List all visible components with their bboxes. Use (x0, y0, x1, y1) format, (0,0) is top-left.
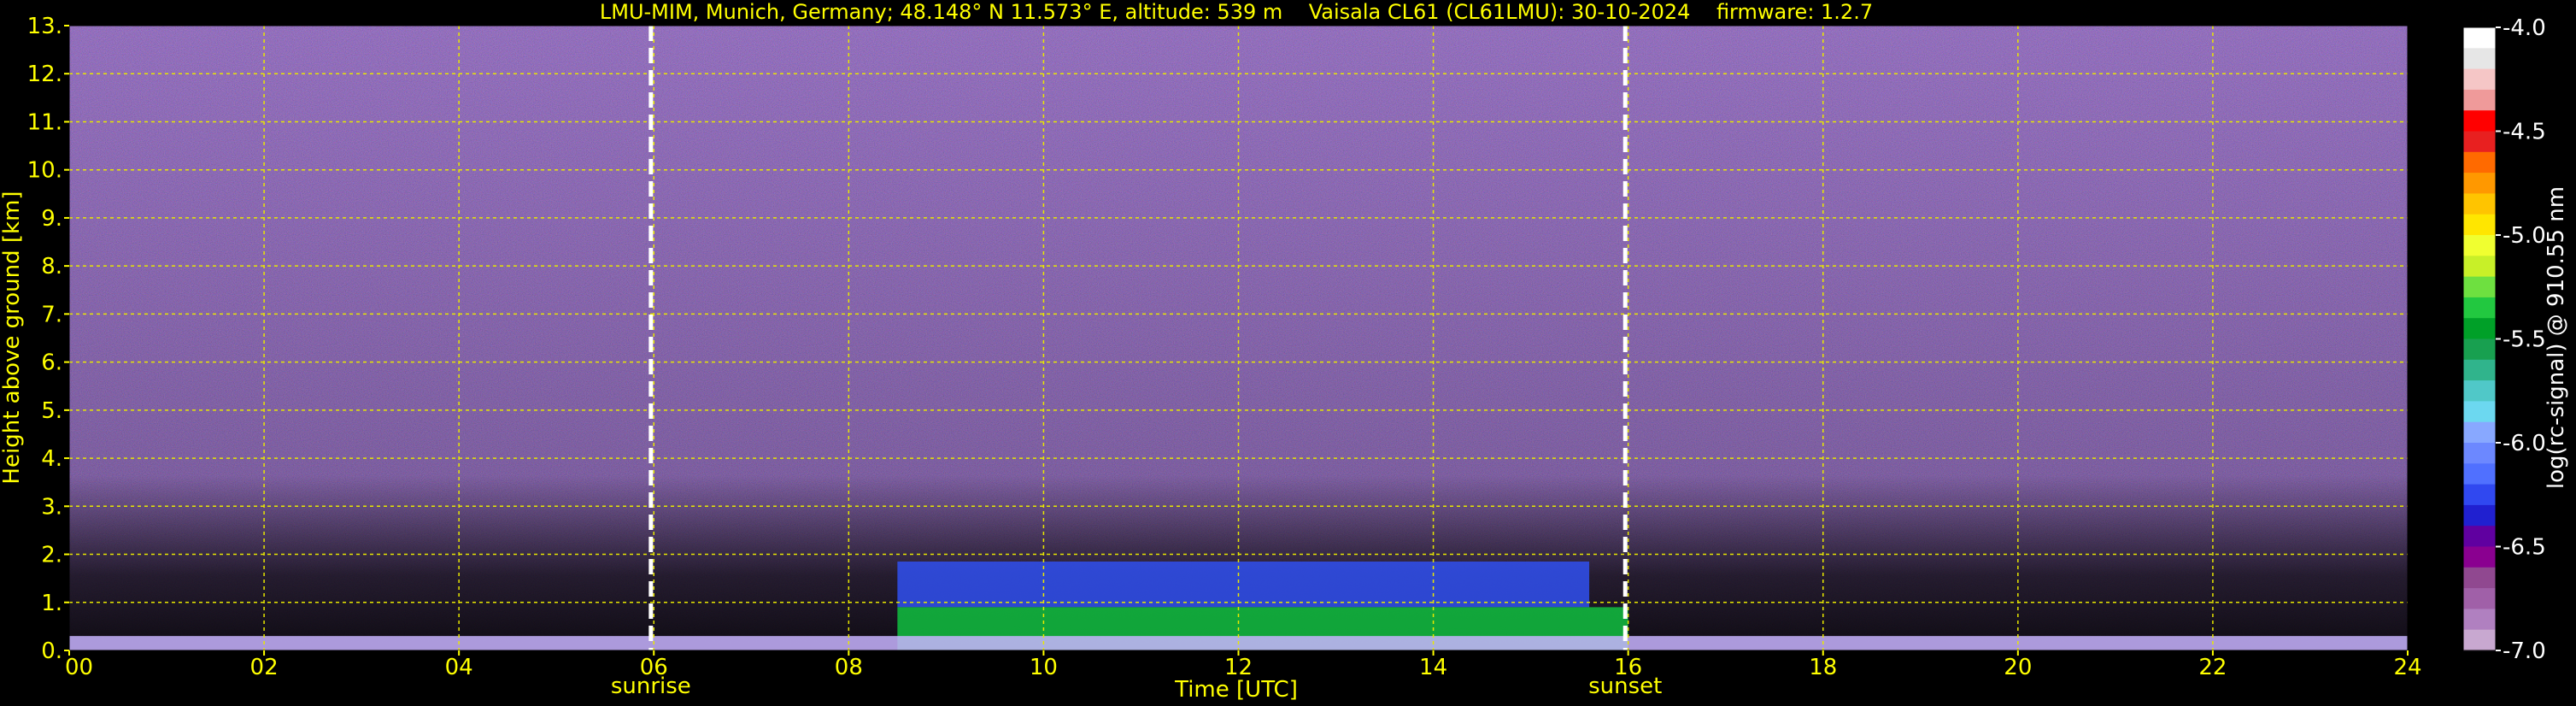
colorbar-label: log(rc-signal) @ 910.55 nm (2544, 186, 2569, 489)
colorbar-segment (2463, 276, 2496, 298)
colorbar-segment (2463, 68, 2496, 91)
colorbar: -4.0 -4.5 -5.0 -5.5 -6.0 -6.5 -7.0 (2462, 15, 2546, 664)
colorbar-segment (2463, 89, 2496, 111)
colorbar-segment (2463, 338, 2496, 361)
colorbar-segment (2463, 318, 2496, 340)
chart-title: LMU-MIM, Munich, Germany; 48.148° N 11.5… (600, 0, 1873, 24)
y-tick-label: 5. (41, 398, 62, 424)
colorbar-segment (2463, 567, 2496, 589)
colorbar-segment (2463, 297, 2496, 319)
y-tick-label: 6. (41, 350, 62, 376)
x-tick-label: 16 (1614, 655, 1642, 680)
y-axis-label: Height above ground [km] (0, 191, 25, 484)
y-tick-label: 9. (41, 206, 62, 232)
colorbar-segment (2463, 27, 2496, 49)
colorbar-tick-label: -5.5 (2503, 327, 2546, 353)
colorbar-segment (2463, 359, 2496, 381)
y-tick-label: 10. (27, 158, 62, 184)
colorbar-segment (2463, 380, 2496, 402)
colorbar-segment (2463, 546, 2496, 568)
colorbar-tick-label: -4.0 (2503, 15, 2546, 41)
x-tick-label: 18 (1809, 655, 1837, 680)
colorbar-segment (2463, 235, 2496, 256)
y-tick-label: 11. (27, 109, 62, 135)
x-axis-label: Time [UTC] (1174, 677, 1298, 703)
y-tick-label: 1. (41, 591, 62, 616)
colorbar-segment (2463, 214, 2496, 236)
x-tick-label: 08 (835, 655, 863, 680)
x-tick-label: 00 (65, 655, 93, 680)
colorbar-segment (2463, 463, 2496, 485)
x-axis-ticks: 00 02 04 06 08 10 12 14 16 18 20 22 24 (65, 650, 2422, 680)
colorbar-segment (2463, 173, 2496, 194)
colorbar-segment (2463, 193, 2496, 215)
colorbar-segment (2463, 588, 2496, 609)
colorbar-tick-label: -4.5 (2503, 120, 2546, 145)
x-tick-label: 02 (250, 655, 279, 680)
x-tick-label: 04 (445, 655, 473, 680)
y-tick-label: 7. (41, 302, 62, 327)
x-tick-label: 24 (2393, 655, 2421, 680)
x-tick-label: 20 (2004, 655, 2032, 680)
colorbar-segment (2463, 401, 2496, 423)
y-tick-label: 2. (41, 543, 62, 568)
colorbar-segment (2463, 131, 2496, 153)
y-tick-label: 13. (27, 14, 62, 39)
y-axis-ticks: 0. 1. 2. 3. 4. 5. 6. 7. 8. 9. 10. 11. 12. 13. (27, 14, 69, 664)
cloud-layer-region (897, 561, 1590, 608)
colorbar-segment (2463, 443, 2496, 464)
colorbar-segment (2463, 421, 2496, 444)
colorbar-tick-label: -5.0 (2503, 223, 2546, 249)
y-tick-label: 0. (41, 638, 62, 664)
x-tick-label: 06 (640, 655, 668, 680)
colorbar-segment (2463, 256, 2496, 278)
colorbar-segment (2463, 504, 2496, 527)
colorbar-segment (2463, 151, 2496, 174)
x-tick-label: 10 (1030, 655, 1058, 680)
colorbar-tick-label: -6.5 (2503, 535, 2546, 561)
colorbar-segment (2463, 484, 2496, 506)
ceilometer-chart: sunrise sunset 00 02 04 06 08 10 12 14 16 18 20 22 24… (0, 0, 2569, 703)
y-tick-label: 4. (41, 446, 62, 472)
colorbar-tick-label: -7.0 (2503, 638, 2546, 664)
colorbar-segment (2463, 48, 2496, 70)
colorbar-segment (2463, 609, 2496, 631)
colorbar-segment (2463, 526, 2496, 548)
y-tick-label: 8. (41, 254, 62, 279)
lower-atmosphere-shading (69, 26, 2408, 650)
x-tick-label: 14 (1419, 655, 1447, 680)
y-tick-label: 12. (27, 62, 62, 87)
y-tick-label: 3. (41, 494, 62, 520)
colorbar-tick-label: -6.0 (2503, 431, 2546, 456)
colorbar-segment (2463, 110, 2496, 132)
x-tick-label: 22 (2198, 655, 2227, 680)
colorbar-segment (2463, 629, 2496, 651)
